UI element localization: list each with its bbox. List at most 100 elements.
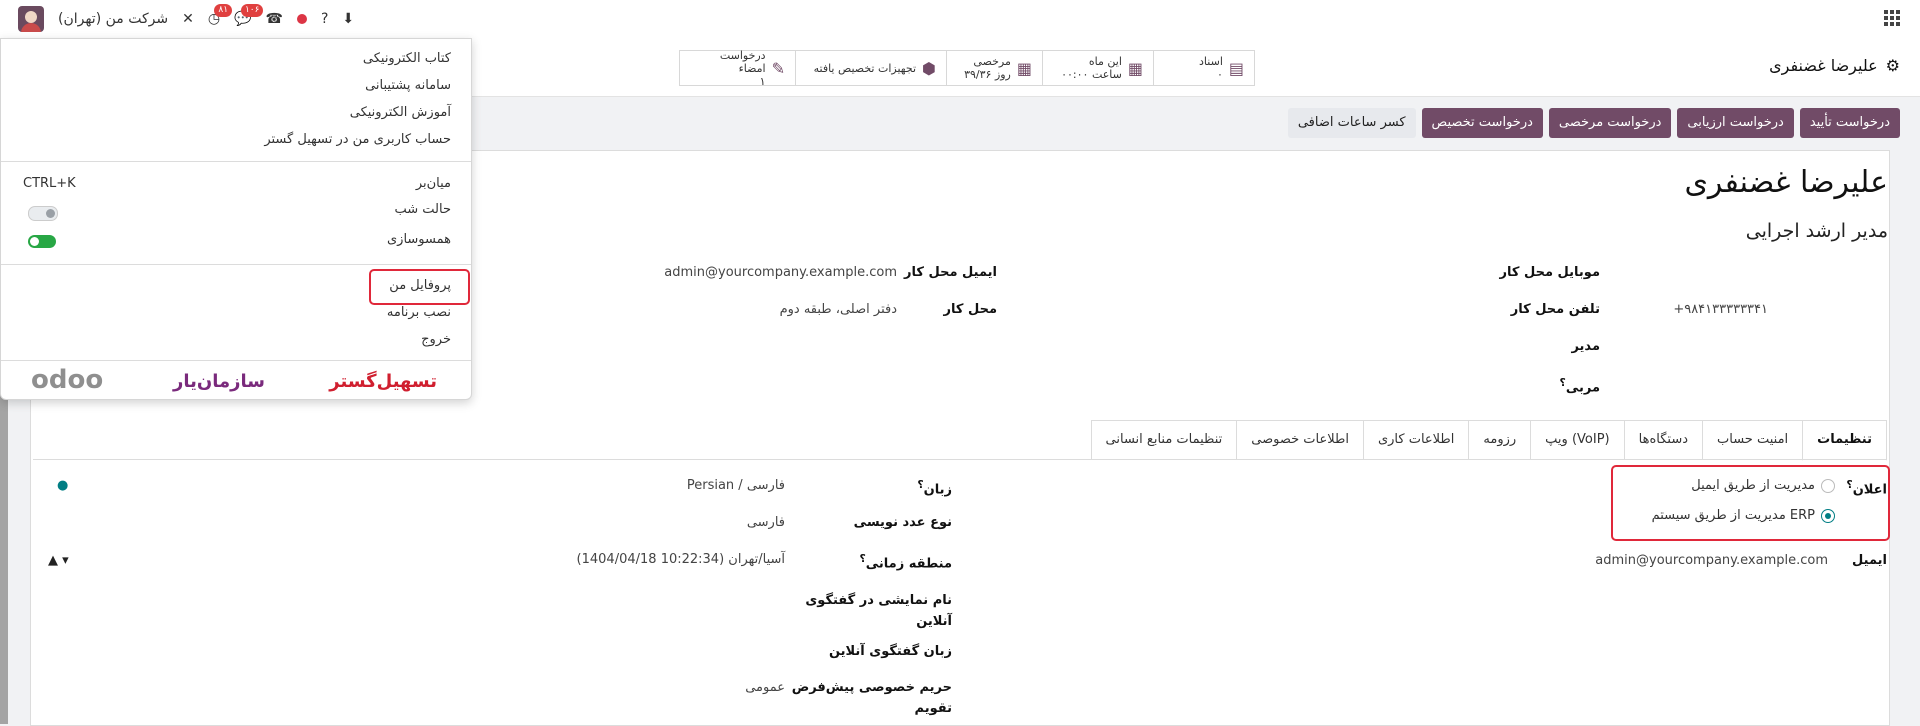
smart-value: ۰۰:۰۰ ساعت <box>1061 68 1122 81</box>
numeral-label: نوع عدد نویسی <box>853 515 952 530</box>
overtime-deduction-button[interactable]: کسر ساعات اضافی <box>1287 108 1416 138</box>
help-icon[interactable]: ? <box>321 12 328 26</box>
chat-badge: ۱۰۶ <box>240 4 264 17</box>
timezone-value[interactable]: آسیا/تهران (10:22:34 1404/04/18) <box>577 552 785 567</box>
tab-voip[interactable]: ویپ (VoIP) <box>1530 420 1625 459</box>
email-value[interactable]: admin@yourcompany.example.com <box>1595 553 1828 568</box>
tab-hr-settings[interactable]: تنظیمات منابع انسانی <box>1090 420 1238 459</box>
menu-item-shortcuts[interactable]: میان‌بر <box>416 176 451 191</box>
activity-badge: ۸۱ <box>214 4 233 17</box>
work-phone-value[interactable]: +۹۸۴۱۳۳۳۳۳۳۴۱ <box>1673 302 1768 317</box>
smart-label: درخواست امضاء <box>719 48 766 75</box>
tab-account-security[interactable]: امنیت حساب <box>1702 420 1804 459</box>
menu-divider <box>1 161 471 162</box>
sync-toggle[interactable] <box>28 235 56 248</box>
menu-item-account[interactable]: حساب کاربری من در تسهیل گستر <box>264 132 451 147</box>
user-menu-dropdown: کتاب الکترونیکی سامانه پشتیبانی آموزش ال… <box>0 38 472 400</box>
brand-logos: تسهیل‌گستر سازمان‌یار odoo <box>1 361 471 395</box>
gear-icon[interactable]: ⚙ <box>1886 56 1900 75</box>
smart-label: این ماه <box>1088 55 1122 68</box>
smart-label: مرخصی <box>973 55 1011 68</box>
chat-name-line2: آنلاین <box>916 614 952 629</box>
download-icon[interactable]: ⬇ <box>342 12 354 26</box>
dark-mode-toggle[interactable] <box>28 206 58 221</box>
calendar-privacy-value[interactable]: عمومی <box>745 680 785 695</box>
smart-value: ۳۹/۳۶ روز <box>964 68 1011 81</box>
work-mobile-label: موبایل محل کار <box>1499 265 1600 280</box>
globe-icon[interactable]: ● <box>57 478 68 493</box>
phone-icon[interactable]: ☎ <box>265 12 282 26</box>
coach-label: مربی؟ <box>1559 376 1600 396</box>
smart-value: ۱ <box>759 74 766 88</box>
menu-item-dark-mode[interactable]: حالت شب <box>394 202 451 217</box>
timezone-label: منطقه زمانی؟ <box>859 552 952 572</box>
smart-button-timeoff[interactable]: ▦ مرخصی ۳۹/۳۶ روز <box>946 51 1042 85</box>
sazmanyar-logo: سازمان‌یار <box>173 371 265 392</box>
employee-name[interactable]: علیرضا غضنفری <box>1684 165 1888 200</box>
request-approval-button[interactable]: درخواست تأیید <box>1799 108 1900 138</box>
smart-label: اسناد <box>1199 55 1223 68</box>
chat-name-line1: نام نمایشی در گفتگوی <box>805 593 952 608</box>
tashilgostar-logo: تسهیل‌گستر <box>329 371 437 392</box>
employee-job-title[interactable]: مدیر ارشد اجرایی <box>1746 220 1888 242</box>
menu-item-ebook[interactable]: کتاب الکترونیکی <box>363 51 451 66</box>
request-appraisal-button[interactable]: درخواست ارزیابی <box>1677 108 1794 138</box>
smart-value: ۰ <box>1216 68 1223 81</box>
chat-icon[interactable]: 💬 ۱۰۶ <box>234 4 264 26</box>
menu-item-logout[interactable]: خروج <box>421 332 451 347</box>
calendar-icon: ▦ <box>1016 58 1032 78</box>
highlight-box <box>1611 465 1890 541</box>
notebook-tabs: تنظیمات امنیت حساب دستگاه‌ها ویپ (VoIP) … <box>1090 420 1887 461</box>
smart-button-timesheet[interactable]: ▦ این ماه ۰۰:۰۰ ساعت <box>1042 51 1153 85</box>
calendar-icon: ▦ <box>1127 58 1143 78</box>
odoo-logo: odoo <box>31 365 104 395</box>
work-location-value[interactable]: دفتر اصلی، طبقه دوم <box>780 302 897 317</box>
tab-resume[interactable]: رزومه <box>1468 420 1532 459</box>
work-phone-label: تلفن محل کار <box>1510 302 1600 317</box>
work-location-label: محل کار <box>943 302 997 317</box>
language-label: زبان؟ <box>917 478 952 498</box>
clock-icon[interactable]: ◷ ۸۱ <box>208 4 233 26</box>
smart-button-sign[interactable]: ✎ درخواست امضاء ۱ <box>680 48 795 88</box>
menu-item-support[interactable]: سامانه پشتیبانی <box>365 78 451 93</box>
pencil-icon: ✎ <box>771 58 785 78</box>
tab-private-info[interactable]: اطلاعات خصوصی <box>1236 420 1364 459</box>
company-switcher[interactable]: شرکت من (تهران) <box>58 11 168 27</box>
smart-button-documents[interactable]: ▤ اسناد ۰ <box>1153 51 1254 85</box>
tab-settings[interactable]: تنظیمات <box>1802 420 1887 461</box>
smart-label: تجهیزات تخصیص یافته <box>813 61 917 75</box>
language-value[interactable]: Persian / فارسی <box>687 478 785 493</box>
manager-label: مدیر <box>1571 339 1600 354</box>
record-title: علیرضا غضنفری <box>1769 56 1878 75</box>
shortcut-hint: CTRL+K <box>23 176 76 191</box>
menu-item-elearning[interactable]: آموزش الکترونیکی <box>350 105 451 120</box>
work-email-label: ایمیل محل کار <box>904 265 997 280</box>
menu-divider <box>1 264 471 265</box>
calendar-privacy-label: حریم خصوصی پیش‌فرض تقویم <box>792 677 952 719</box>
top-navbar: شرکت من (تهران) ✕ ◷ ۸۱ 💬 ۱۰۶ ☎ ? ⬇ <box>0 0 1920 39</box>
tools-icon[interactable]: ✕ <box>182 12 194 26</box>
warning-icon[interactable]: ▲ ▾ <box>48 553 69 568</box>
tab-work-info[interactable]: اطلاعات کاری <box>1362 420 1470 459</box>
request-allocation-button[interactable]: درخواست تخصیص <box>1421 108 1543 138</box>
menu-item-sync[interactable]: همسوسازی <box>387 232 451 247</box>
document-icon: ▤ <box>1228 58 1244 78</box>
app-menu-icon[interactable] <box>1884 10 1900 26</box>
request-timeoff-button[interactable]: درخواست مرخصی <box>1548 108 1672 138</box>
timezone-label-text: منطقه زمانی <box>865 556 952 572</box>
record-icon[interactable] <box>296 14 307 24</box>
work-email-value[interactable]: admin@yourcompany.example.com <box>664 265 897 280</box>
smart-button-equipment[interactable]: ⬢ تجهیزات تخصیص یافته <box>795 51 946 85</box>
privacy-line2: تقویم <box>914 701 952 716</box>
privacy-line1: حریم خصوصی پیش‌فرض <box>791 680 952 695</box>
coach-label-text: مربی <box>1565 380 1600 396</box>
action-bar: درخواست تأیید درخواست ارزیابی درخواست مر… <box>1287 108 1900 138</box>
tab-devices[interactable]: دستگاه‌ها <box>1623 420 1704 459</box>
menu-item-install-app[interactable]: نصب برنامه <box>387 305 451 320</box>
chat-language-label: زبان گفتگوی آنلاین <box>828 644 952 659</box>
breadcrumb: علیرضا غضنفری ⚙ <box>1769 56 1900 75</box>
highlight-box <box>369 269 470 305</box>
smart-buttons: ▤ اسناد ۰ ▦ این ماه ۰۰:۰۰ ساعت ▦ مرخصی ۳۹/۳… <box>679 48 1255 88</box>
numeral-value[interactable]: فارسی <box>747 515 785 530</box>
user-avatar[interactable] <box>18 6 44 32</box>
